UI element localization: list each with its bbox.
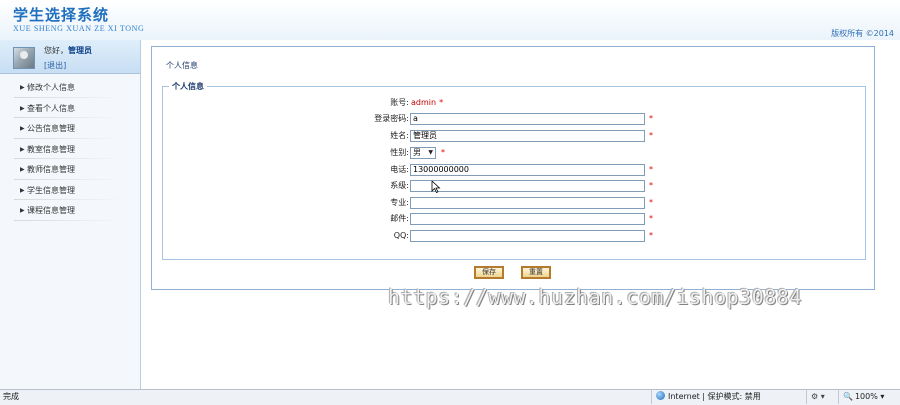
email-field[interactable]: [410, 213, 645, 225]
sidebar-item-students[interactable]: ▶ 学生信息管理: [0, 181, 140, 202]
name-field[interactable]: 管理员: [410, 130, 645, 142]
globe-icon: [656, 391, 665, 400]
reset-button[interactable]: 重置: [521, 266, 551, 279]
app-subtitle: XUE SHENG XUAN ZE XI TONG: [13, 24, 145, 33]
department-field[interactable]: [410, 180, 645, 192]
status-bar: 完成 Internet | 保护模式: 禁用 ⚙ ▾ 🔍 100% ▾: [0, 389, 900, 405]
copyright-text: 版权所有 ©2014: [831, 29, 894, 38]
form-legend: 个人信息: [169, 81, 207, 92]
chevron-right-icon: ▶: [20, 125, 25, 132]
gender-select[interactable]: 男 ▼: [410, 147, 436, 159]
sidebar-item-label: 公告信息管理: [27, 124, 75, 133]
required-mark: *: [649, 214, 653, 223]
user-panel: 您好，管理员 [退出]: [0, 40, 140, 74]
status-text: 完成: [3, 392, 19, 401]
name-label: 姓名:: [390, 131, 409, 140]
required-mark: *: [649, 165, 653, 174]
chevron-right-icon: ▶: [20, 84, 25, 91]
major-label: 专业:: [390, 198, 409, 207]
chevron-down-icon: ▼: [428, 149, 433, 156]
sidebar-item-announcements[interactable]: ▶ 公告信息管理: [0, 119, 140, 140]
browser-window: 学生选择系统 XUE SHENG XUAN ZE XI TONG 版权所有 ©2…: [0, 0, 900, 405]
chevron-right-icon: ▶: [20, 104, 25, 112]
phone-label: 电话:: [390, 165, 409, 174]
qq-row: QQ: *: [163, 230, 867, 242]
greeting-text: 您好，: [44, 46, 68, 55]
password-row: 登录密码: a *: [163, 113, 867, 125]
save-button[interactable]: 保存: [474, 266, 504, 279]
chevron-right-icon: ▶: [20, 166, 25, 173]
account-value: admin *: [411, 97, 443, 109]
sidebar-item-edit-profile[interactable]: ▶ 修改个人信息: [0, 78, 140, 99]
password-label: 登录密码:: [374, 114, 409, 123]
sidebar-item-label: 查看个人信息: [27, 103, 75, 113]
required-mark: *: [649, 231, 653, 240]
sidebar-item-label: 修改个人信息: [27, 83, 75, 92]
required-mark: *: [439, 98, 444, 107]
email-row: 邮件: *: [163, 213, 867, 225]
phone-field[interactable]: 13000000000: [410, 164, 645, 176]
sidebar-item-courses[interactable]: ▶ 课程信息管理: [0, 201, 140, 222]
account-row: 账号: admin *: [163, 97, 867, 109]
account-label: 账号:: [390, 98, 409, 107]
main-panel: 个人信息 个人信息 账号: admin * 登录密码: a * 姓名: 管理员 *…: [151, 46, 875, 290]
zone-text: Internet | 保护模式: 禁用: [668, 392, 761, 401]
app-header: 学生选择系统 XUE SHENG XUAN ZE XI TONG 版权所有 ©2…: [0, 0, 900, 40]
required-mark: *: [649, 181, 653, 190]
logout-link[interactable]: [退出]: [44, 60, 66, 71]
sidebar-item-classrooms[interactable]: ▶ 教室信息管理: [0, 140, 140, 161]
security-zone: Internet | 保护模式: 禁用: [651, 390, 761, 404]
username: 管理员: [68, 46, 92, 55]
sidebar-item-label: 课程信息管理: [27, 206, 75, 215]
watermark: https://www.huzhan.com/ishop30884: [388, 285, 802, 309]
phone-row: 电话: 13000000000 *: [163, 164, 867, 176]
mouse-cursor-icon: [431, 181, 441, 193]
profile-form: 个人信息 账号: admin * 登录密码: a * 姓名: 管理员 * 性别: …: [162, 81, 867, 260]
email-label: 邮件:: [390, 214, 409, 223]
chevron-right-icon: ▶: [20, 186, 25, 194]
gender-row: 性别: 男 ▼ *: [163, 147, 867, 159]
major-field[interactable]: [410, 197, 645, 209]
required-mark: *: [649, 198, 653, 207]
greeting: 您好，管理员: [44, 45, 92, 56]
app-title: 学生选择系统: [13, 6, 110, 24]
major-row: 专业: *: [163, 197, 867, 209]
sidebar-item-label: 教师信息管理: [27, 165, 75, 174]
account-text: admin: [411, 98, 437, 107]
name-row: 姓名: 管理员 *: [163, 130, 867, 142]
zoom-icon: 🔍: [843, 392, 853, 401]
chevron-right-icon: ▶: [20, 207, 25, 214]
sidebar-item-label: 教室信息管理: [27, 144, 75, 154]
department-row: 系级: *: [163, 180, 867, 192]
department-label: 系级:: [390, 181, 409, 190]
qq-label: QQ:: [393, 231, 409, 240]
sidebar-item-view-profile[interactable]: ▶ 查看个人信息: [0, 99, 140, 120]
chevron-right-icon: ▶: [20, 145, 25, 153]
avatar: [13, 47, 35, 69]
zone-settings-icon[interactable]: ⚙ ▾: [806, 390, 825, 404]
zoom-level: 100%: [854, 392, 878, 401]
password-field[interactable]: a: [410, 113, 645, 125]
sidebar: 您好，管理员 [退出] ▶ 修改个人信息 ▶ 查看个人信息 ▶ 公告信息管理 ▶ 教室信…: [0, 40, 141, 389]
zoom-control[interactable]: 🔍 100% ▾: [838, 390, 884, 404]
qq-field[interactable]: [410, 230, 645, 242]
gender-label: 性别:: [390, 148, 409, 157]
required-mark: *: [649, 114, 653, 123]
sidebar-menu: ▶ 修改个人信息 ▶ 查看个人信息 ▶ 公告信息管理 ▶ 教室信息管理 ▶ 教师信息管理 …: [0, 78, 140, 222]
required-mark: *: [649, 131, 653, 140]
sidebar-item-label: 学生信息管理: [27, 185, 75, 195]
sidebar-item-teachers[interactable]: ▶ 教师信息管理: [0, 160, 140, 181]
required-mark: *: [441, 148, 445, 157]
page-title: 个人信息: [166, 61, 198, 70]
gender-value: 男: [413, 148, 421, 157]
